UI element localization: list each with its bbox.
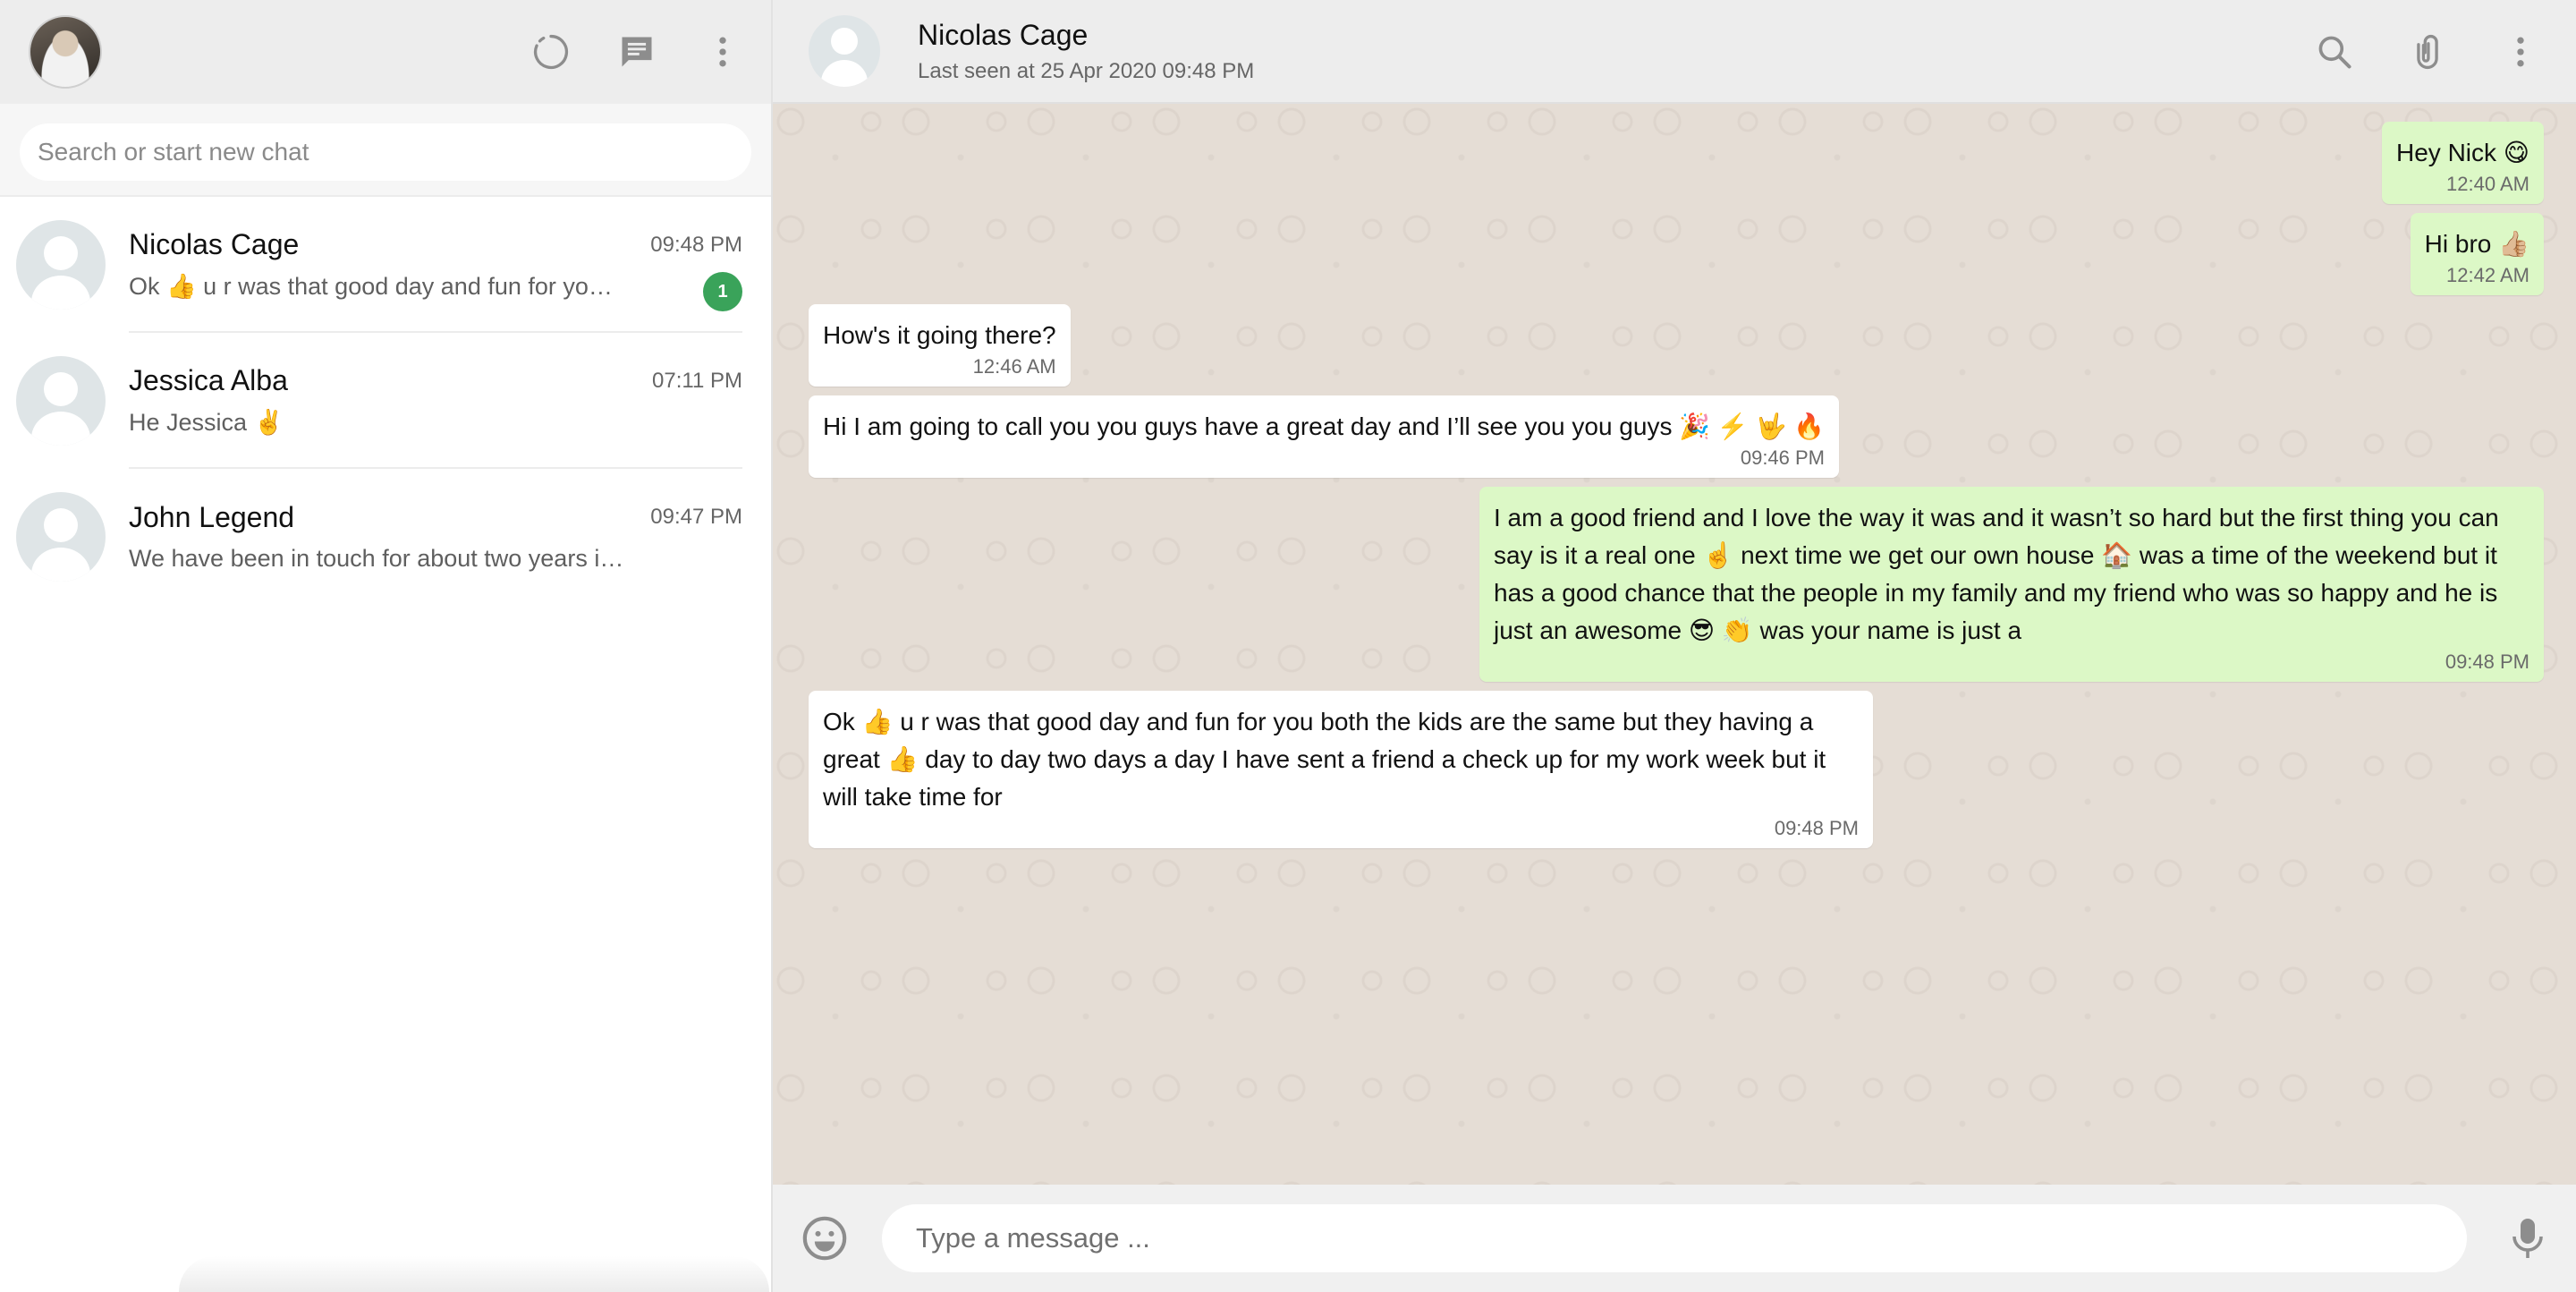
message-time: 12:46 AM xyxy=(972,355,1056,378)
search-bar xyxy=(0,104,771,197)
message-text: Ok 👍 u r was that good day and fun for y… xyxy=(823,708,1826,811)
message-area[interactable]: Hey Nick 😋 12:40 AM Hi bro 👍🏼 12:42 AM H… xyxy=(773,104,2576,1185)
contact-name: Nicolas Cage xyxy=(918,18,1089,51)
message-time: 12:40 AM xyxy=(2446,173,2529,195)
status-icon[interactable] xyxy=(531,32,571,72)
chat-list-item-john-legend[interactable]: John Legend We have been in touch for ab… xyxy=(0,469,771,605)
conversation-header-actions xyxy=(2315,0,2540,104)
chat-item-time: 09:47 PM xyxy=(650,505,742,529)
chat-item-body: John Legend We have been in touch for ab… xyxy=(129,469,742,605)
last-seen-status: Last seen at 25 Apr 2020 09:48 PM xyxy=(918,58,1255,83)
contact-avatar[interactable] xyxy=(809,15,880,87)
chat-item-name: Jessica Alba xyxy=(129,363,288,396)
message-text: Hi bro 👍🏼 xyxy=(2424,230,2529,258)
chat-item-time: 09:48 PM xyxy=(650,233,742,257)
emoji-icon[interactable] xyxy=(800,1213,850,1263)
sidebar: Nicolas Cage Ok 👍 u r was that good day … xyxy=(0,0,773,1292)
conversation-menu-icon[interactable] xyxy=(2501,32,2540,72)
chat-list: Nicolas Cage Ok 👍 u r was that good day … xyxy=(0,197,771,605)
sidebar-header xyxy=(0,0,771,104)
message-bubble-incoming[interactable]: Ok 👍 u r was that good day and fun for y… xyxy=(809,691,1873,848)
avatar xyxy=(16,356,106,446)
avatar xyxy=(16,220,106,310)
my-profile-avatar[interactable] xyxy=(29,15,102,89)
message-list: Hey Nick 😋 12:40 AM Hi bro 👍🏼 12:42 AM H… xyxy=(809,122,2544,857)
message-time: 09:48 PM xyxy=(1774,817,1859,839)
message-text: Hey Nick 😋 xyxy=(2396,139,2529,166)
message-time: 12:42 AM xyxy=(2446,264,2529,286)
microphone-icon[interactable] xyxy=(2506,1215,2549,1262)
message-time: 09:48 PM xyxy=(2445,650,2529,673)
message-bubble-outgoing[interactable]: Hi bro 👍🏼 12:42 AM xyxy=(2410,213,2544,295)
sidebar-bottom-shadow xyxy=(179,1256,769,1292)
conversation-header: Nicolas Cage Last seen at 25 Apr 2020 09… xyxy=(773,0,2576,104)
sidebar-menu-icon[interactable] xyxy=(703,32,742,72)
message-text: How's it going there? xyxy=(823,321,1056,349)
whatsapp-web-app: Nicolas Cage Ok 👍 u r was that good day … xyxy=(0,0,2576,1292)
chat-item-body: Nicolas Cage Ok 👍 u r was that good day … xyxy=(129,197,742,333)
message-bubble-incoming[interactable]: How's it going there? 12:46 AM xyxy=(809,304,1071,387)
chat-item-time: 07:11 PM xyxy=(652,369,742,393)
chat-item-body: Jessica Alba He Jessica ✌️ 07:11 PM xyxy=(129,333,742,469)
sidebar-header-actions xyxy=(531,0,742,104)
conversation-pane: Nicolas Cage Last seen at 25 Apr 2020 09… xyxy=(773,0,2576,1292)
unread-count-badge: 1 xyxy=(703,272,742,311)
chat-item-preview: He Jessica ✌️ xyxy=(129,408,284,436)
chat-item-preview: We have been in touch for about two year… xyxy=(129,545,624,572)
message-bubble-incoming[interactable]: Hi I am going to call you you guys have … xyxy=(809,395,1840,478)
message-text: I am a good friend and I love the way it… xyxy=(1494,504,2499,644)
chat-list-item-nicolas-cage[interactable]: Nicolas Cage Ok 👍 u r was that good day … xyxy=(0,197,771,333)
search-input[interactable] xyxy=(20,123,751,181)
search-icon[interactable] xyxy=(2315,32,2354,72)
message-input[interactable] xyxy=(882,1204,2467,1272)
contact-info[interactable]: Nicolas Cage Last seen at 25 Apr 2020 09… xyxy=(918,19,1254,84)
new-chat-icon[interactable] xyxy=(617,32,657,72)
message-text: Hi I am going to call you you guys have … xyxy=(823,412,1826,440)
message-bubble-outgoing[interactable]: Hey Nick 😋 12:40 AM xyxy=(2382,122,2544,204)
message-time: 09:46 PM xyxy=(1740,446,1826,469)
avatar xyxy=(16,492,106,582)
chat-item-preview: Ok 👍 u r was that good day and fun for y… xyxy=(129,272,613,300)
chat-list-item-jessica-alba[interactable]: Jessica Alba He Jessica ✌️ 07:11 PM xyxy=(0,333,771,469)
message-composer xyxy=(773,1185,2576,1292)
message-bubble-outgoing[interactable]: I am a good friend and I love the way it… xyxy=(1479,487,2544,682)
attach-icon[interactable] xyxy=(2408,32,2447,72)
